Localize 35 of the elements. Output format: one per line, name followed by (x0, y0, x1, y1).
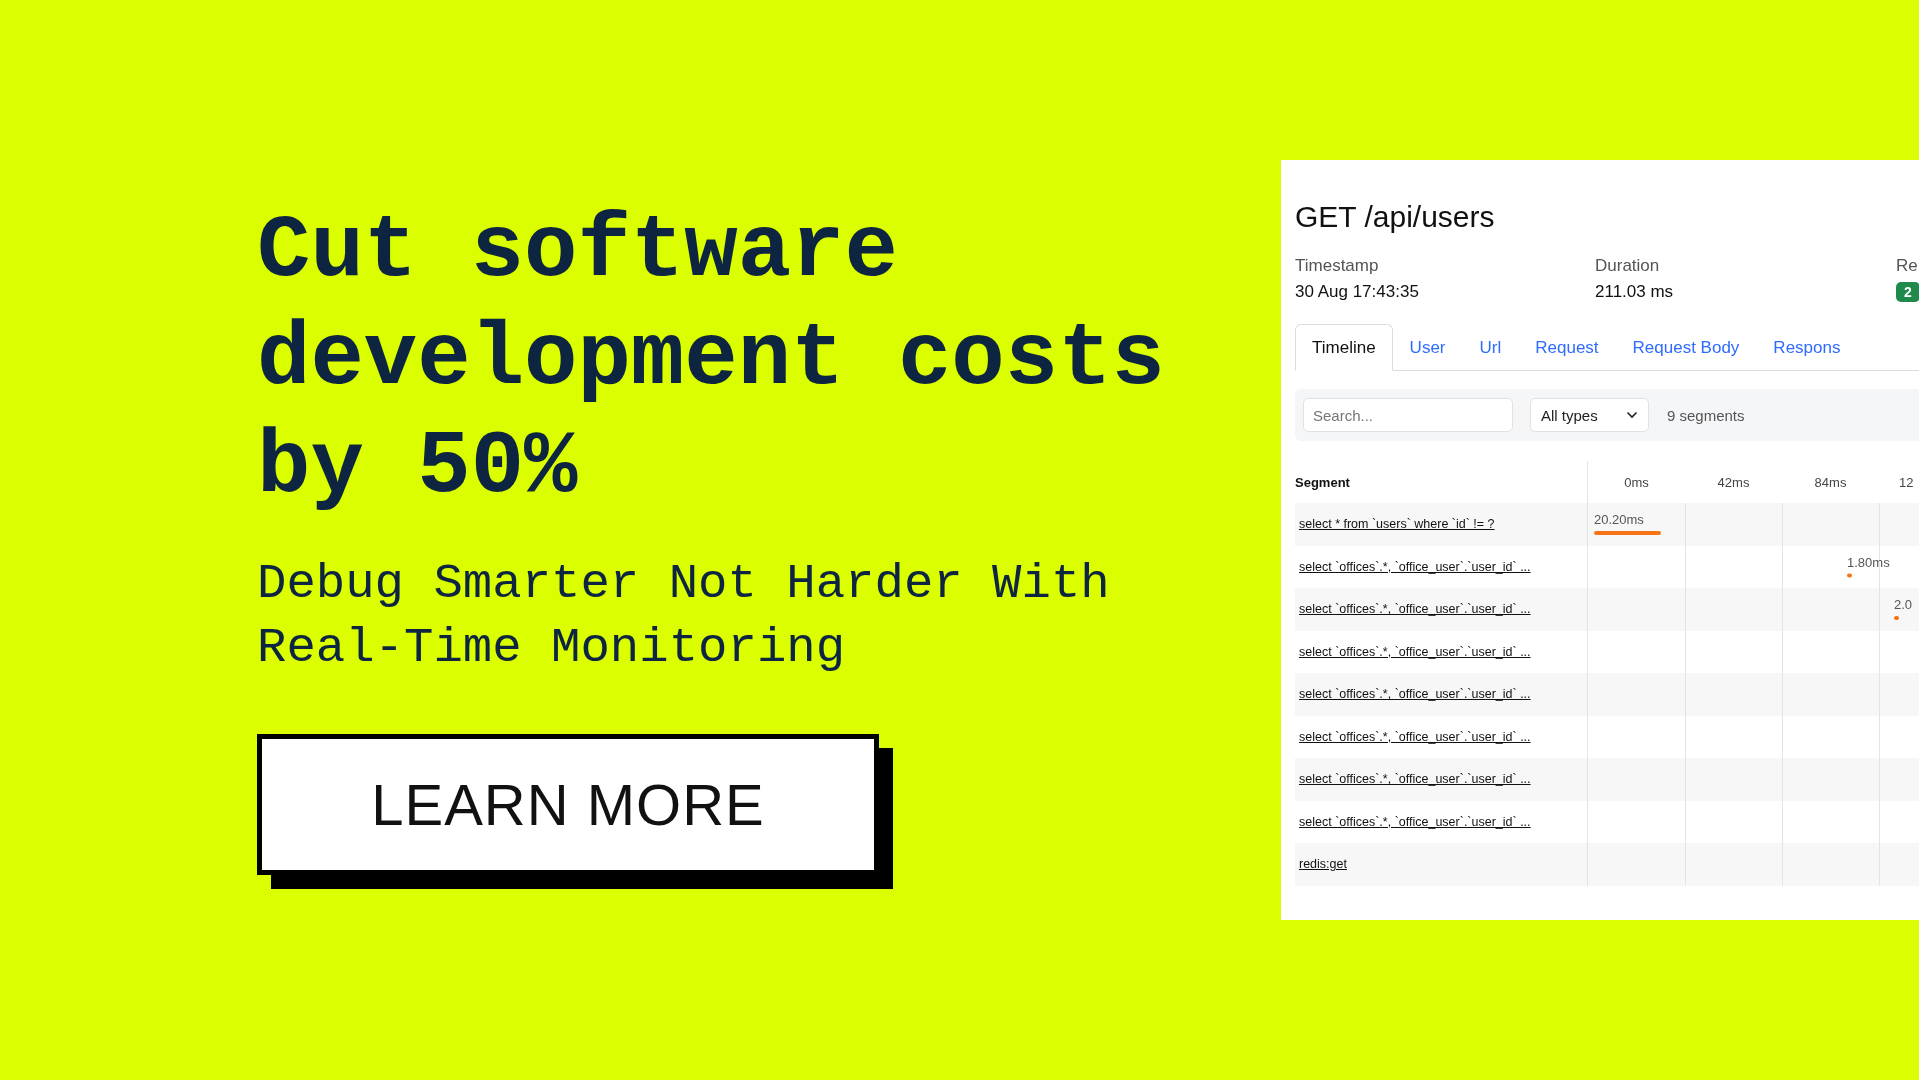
status-badge: 2 (1896, 282, 1919, 302)
meta-value: 30 Aug 17:43:35 (1295, 282, 1420, 302)
segment-link[interactable]: select `offices`.*, `office_user`.`user_id` ... (1299, 687, 1531, 702)
segment-link[interactable]: select `offices`.*, `office_user`.`user_id` ... (1299, 559, 1531, 574)
duration-label: 20.20ms (1594, 512, 1644, 527)
segment-count: 9 segments (1667, 406, 1745, 424)
meta-label: Re (1896, 256, 1919, 276)
subheadline: Debug Smarter Not Harder With Real-Time Monitoring (257, 555, 1111, 678)
segment-link[interactable]: redis:get (1299, 857, 1347, 872)
segment-link[interactable]: select `offices`.*, `office_user`.`user_id` ... (1299, 814, 1531, 829)
segment-link[interactable]: select `offices`.*, `office_user`.`user_id` ... (1299, 644, 1531, 659)
type-select[interactable]: All types (1530, 398, 1649, 432)
tab[interactable]: Url (1462, 324, 1519, 371)
chevron-down-icon (1626, 411, 1638, 419)
tab[interactable]: User (1392, 324, 1463, 371)
duration-label: 1.80ms (1847, 554, 1890, 570)
tab[interactable]: Respons (1756, 324, 1858, 371)
tab[interactable]: Timeline (1295, 324, 1393, 371)
meta-label: Timestamp (1295, 256, 1380, 276)
tab[interactable]: Request (1518, 324, 1616, 371)
headline: Cut software development costs by 50% (257, 200, 1166, 520)
column-header: 84ms (1813, 474, 1848, 490)
segment-link[interactable]: select `offices`.*, `office_user`.`user_id` ... (1299, 772, 1531, 787)
search-field[interactable]: Search... (1303, 398, 1513, 432)
column-header: 42ms (1716, 474, 1751, 490)
meta-value: 211.03 ms (1595, 282, 1675, 302)
tab[interactable]: Request Body (1615, 324, 1757, 371)
request-title: GET /api/users (1295, 200, 1496, 234)
segment-link[interactable]: select `offices`.*, `office_user`.`user_id` ... (1299, 729, 1531, 744)
column-header: 12 (1898, 474, 1914, 490)
duration-label: 2.0 (1894, 597, 1913, 612)
segment-link[interactable]: select * from `users` where `id` != ? (1299, 517, 1495, 532)
meta-label: Duration (1595, 256, 1661, 276)
column-header: 0ms (1623, 474, 1650, 490)
segment-link[interactable]: select `offices`.*, `office_user`.`user_id` ... (1299, 602, 1531, 617)
